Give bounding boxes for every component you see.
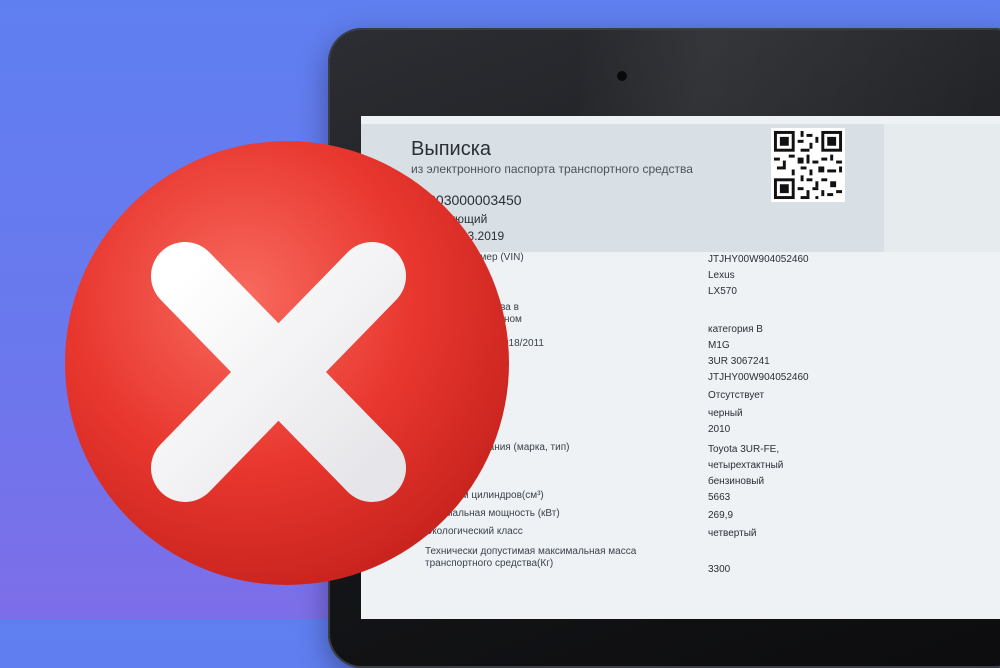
row-value: 3UR 3067241 (708, 356, 770, 367)
camera-icon (617, 71, 627, 81)
row-value: 5663 (708, 492, 731, 503)
row-value: M1G (708, 340, 730, 351)
row-value: JTJHY00W904052460 (708, 254, 809, 265)
document-header-qr-area (884, 124, 1000, 252)
row-value: LX570 (708, 286, 737, 297)
row-value: 269,9 (708, 510, 734, 521)
row-value: 3300 (708, 564, 731, 575)
row-value: Lexus (708, 270, 735, 281)
qr-code-icon (771, 128, 845, 202)
row-value: Toyota 3UR-FE, четырехтактный бензиновый (708, 444, 784, 487)
row-value: Отсутствует (708, 390, 765, 401)
row-value: категория B (708, 324, 763, 335)
row-value: четвертый (708, 528, 757, 539)
row-value: черный (708, 408, 743, 419)
row-value: JTJHY00W904052460 (708, 372, 809, 383)
close-x-icon (65, 141, 509, 585)
row-value: 2010 (708, 424, 731, 435)
